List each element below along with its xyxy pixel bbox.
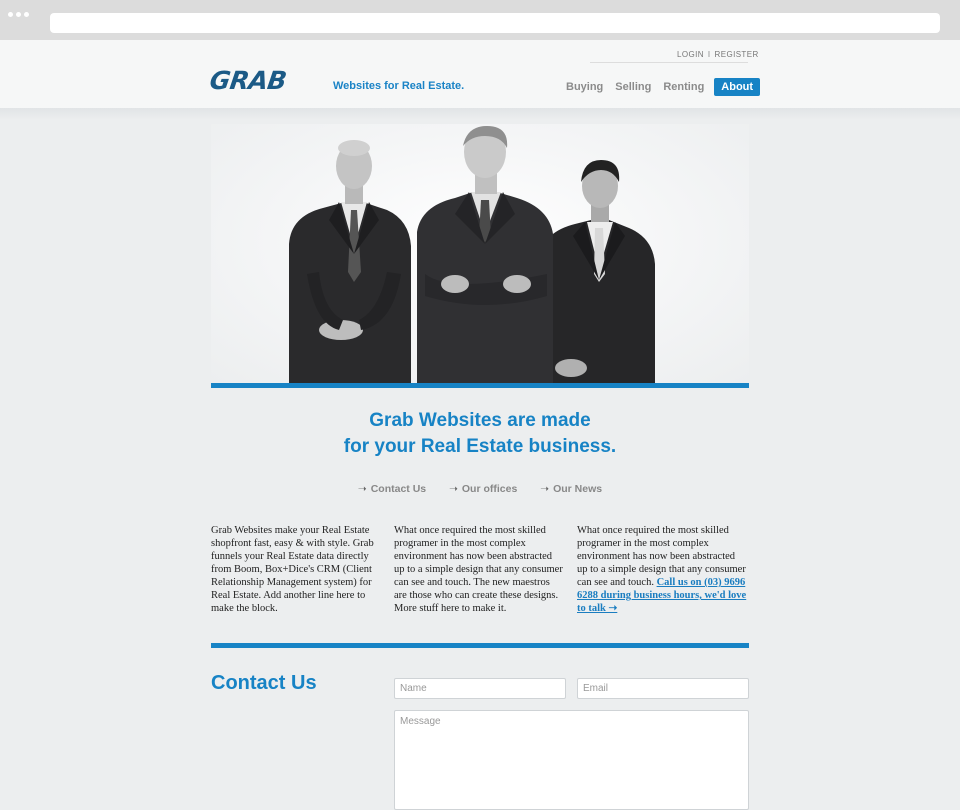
auth-divider — [590, 62, 748, 63]
window-dot — [16, 12, 21, 17]
tagline: Websites for Real Estate. — [333, 80, 465, 92]
address-bar[interactable] — [50, 13, 940, 33]
grab-logo[interactable]: GRAB — [208, 66, 288, 95]
quick-links: ➝ Contact Us ➝ Our offices ➝ Our News — [211, 483, 749, 495]
link-label: Our News — [553, 483, 603, 495]
auth-links: LOGIN I REGISTER — [677, 50, 759, 59]
header-shadow — [0, 108, 960, 120]
auth-separator: I — [707, 50, 711, 59]
headline: Grab Websites are made for your Real Est… — [211, 408, 749, 460]
nav-selling[interactable]: Selling — [609, 78, 657, 96]
window-dots — [8, 4, 32, 22]
window-dot — [8, 12, 13, 17]
column-2-text: What once required the most skilled prog… — [394, 525, 563, 614]
contact-divider — [211, 643, 749, 648]
nav-buying[interactable]: Buying — [560, 78, 609, 96]
our-news-link[interactable]: ➝ Our News — [540, 483, 602, 495]
link-label: Contact Us — [370, 483, 427, 495]
email-field[interactable] — [577, 678, 749, 699]
contact-us-link[interactable]: ➝ Contact Us — [358, 483, 426, 495]
center-man — [417, 126, 553, 384]
register-link[interactable]: REGISTER — [715, 50, 759, 59]
arrow-right-icon: ➝ — [540, 483, 550, 495]
column-3: What once required the most skilled prog… — [577, 524, 747, 615]
headline-line-2: for your Real Estate business. — [343, 436, 617, 457]
column-1-text: Grab Websites make your Real Estate shop… — [211, 525, 374, 614]
contact-title: Contact Us — [211, 672, 317, 694]
arrow-right-icon: ➝ — [449, 483, 458, 495]
browser-chrome — [0, 0, 960, 40]
message-field[interactable] — [394, 710, 749, 810]
three-businessmen-photo — [289, 126, 655, 384]
arrow-right-icon: ➝ — [357, 483, 367, 495]
hero-photo — [211, 124, 749, 384]
our-offices-link[interactable]: ➝ Our offices — [449, 483, 517, 495]
hero-divider — [211, 383, 749, 388]
window-dot — [24, 12, 29, 17]
link-label: Our offices — [461, 483, 518, 495]
nav-renting[interactable]: Renting — [657, 78, 710, 96]
left-man — [289, 140, 411, 384]
name-field[interactable] — [394, 678, 566, 699]
main-nav: Buying Selling Renting About — [560, 78, 761, 96]
headline-line-1: Grab Websites are made — [369, 410, 591, 431]
nav-about[interactable]: About — [714, 78, 761, 96]
site-header — [0, 40, 960, 108]
login-link[interactable]: LOGIN — [677, 50, 704, 59]
right-man — [539, 160, 655, 384]
